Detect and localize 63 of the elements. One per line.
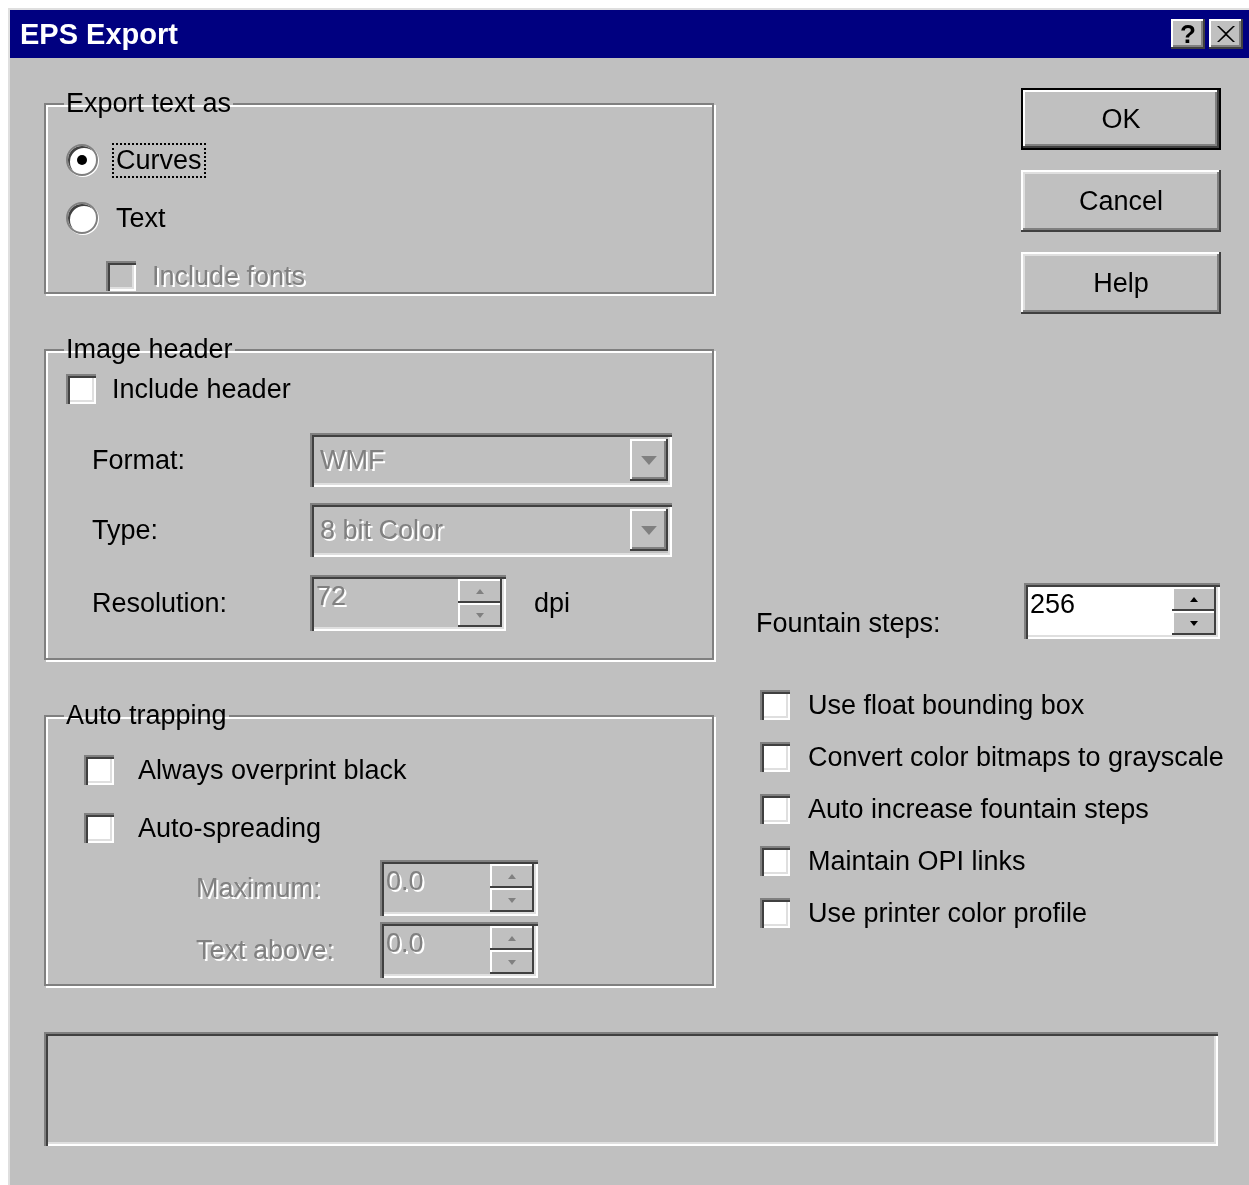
down-arrow-icon — [508, 897, 516, 903]
dropdown-button[interactable] — [630, 509, 668, 551]
spin-field[interactable]: 256 — [1024, 583, 1220, 639]
checkbox-label: Include fonts — [152, 260, 306, 292]
dialog-button[interactable]: OK — [1021, 88, 1221, 150]
spin-up-button[interactable] — [1172, 587, 1216, 611]
dropdown-button[interactable] — [630, 439, 668, 481]
up-arrow-icon — [508, 873, 516, 879]
field-label: Type: — [92, 514, 160, 546]
down-arrow-icon — [641, 525, 657, 535]
checkbox[interactable] — [760, 690, 790, 720]
group-title: Image header — [65, 334, 234, 365]
up-arrow-icon — [476, 588, 484, 594]
radio-label: Text — [115, 201, 167, 235]
checkbox-label: Use float bounding box — [808, 689, 1085, 721]
checkbox-label: Use printer color profile — [808, 897, 1088, 929]
radio-label: Curves — [112, 142, 206, 178]
checkbox-label: Include header — [112, 373, 291, 405]
group-title: Auto trapping — [65, 700, 228, 731]
radio-button[interactable] — [66, 202, 98, 234]
checkbox-label: Convert color bitmaps to grayscale — [808, 741, 1224, 773]
dropdown-value: WMF — [319, 444, 386, 476]
spin-down-button[interactable] — [1172, 611, 1216, 635]
field-value: 72 — [315, 580, 348, 613]
down-arrow-icon — [508, 959, 516, 965]
down-arrow-icon — [476, 612, 484, 618]
checkbox-label: Auto-spreading — [138, 812, 322, 844]
checkbox[interactable] — [760, 742, 790, 772]
checkbox[interactable] — [84, 813, 114, 843]
up-arrow-icon — [1190, 596, 1198, 602]
field-value: 0.0 — [385, 927, 425, 960]
checkbox[interactable] — [760, 898, 790, 928]
spin-up-button[interactable] — [490, 864, 534, 888]
field-value: 256 — [1029, 588, 1077, 621]
field-label: Fountain steps: — [756, 606, 942, 639]
checkbox-label: Always overprint black — [138, 754, 407, 786]
checkbox-label: Auto increase fountain steps — [808, 793, 1149, 825]
unit-label: dpi — [534, 587, 571, 619]
field-label: Resolution: — [92, 587, 229, 619]
help-button[interactable]: ? — [1171, 19, 1205, 49]
checkbox[interactable] — [760, 846, 790, 876]
up-arrow-icon — [508, 935, 516, 941]
dialog-button[interactable]: Cancel — [1021, 170, 1221, 232]
checkbox[interactable] — [66, 374, 96, 404]
checkbox[interactable] — [84, 755, 114, 785]
down-arrow-icon — [641, 455, 657, 465]
field-label: Format: — [92, 444, 186, 476]
dropdown-value: 8 bit Color — [319, 514, 445, 546]
field-value: 0.0 — [385, 865, 425, 898]
checkbox-label: Maintain OPI links — [808, 845, 1026, 877]
radio-button[interactable] — [66, 144, 98, 176]
down-arrow-icon — [1190, 620, 1198, 626]
close-icon — [1217, 26, 1235, 42]
dialog-button[interactable]: Help — [1021, 252, 1221, 314]
spin-down-button[interactable] — [490, 888, 534, 912]
field-label: Maximum: — [196, 872, 322, 904]
checkbox[interactable] — [760, 794, 790, 824]
field-label: Text above: — [196, 934, 336, 966]
spin-up-button[interactable] — [490, 926, 534, 950]
close-button[interactable] — [1209, 19, 1243, 49]
window-title: EPS Export — [20, 17, 179, 51]
group-title: Export text as — [65, 88, 233, 119]
spin-down-button[interactable] — [490, 950, 534, 974]
